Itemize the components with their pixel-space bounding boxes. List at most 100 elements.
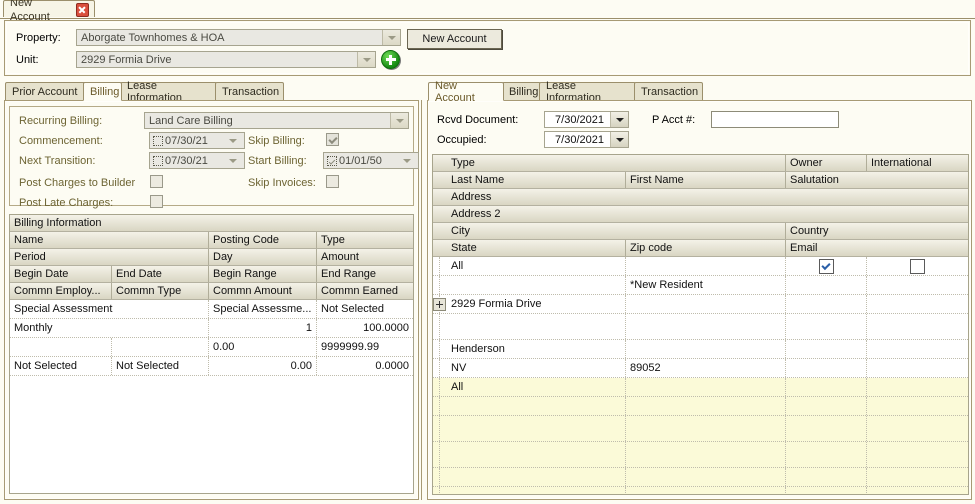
chevron-down-icon[interactable]: [403, 158, 418, 163]
skip-billing-checkbox[interactable]: [326, 133, 339, 146]
table-cell[interactable]: [447, 397, 625, 415]
table-cell[interactable]: [625, 314, 785, 339]
table-cell[interactable]: 0.00: [208, 357, 316, 375]
billing-grid-header-cell[interactable]: Commn Type: [111, 283, 208, 299]
table-cell[interactable]: [625, 397, 785, 415]
table-cell[interactable]: 100.0000: [316, 319, 413, 337]
table-cell[interactable]: [866, 314, 968, 339]
account-grid-header-cell[interactable]: Country: [785, 223, 968, 239]
table-cell[interactable]: [866, 487, 968, 494]
owner-checkbox[interactable]: [818, 259, 834, 274]
account-grid-header-cell[interactable]: City: [447, 223, 785, 239]
table-row[interactable]: [433, 397, 968, 416]
occupied-datepicker[interactable]: 7/30/2021: [544, 131, 629, 148]
table-row[interactable]: 2929 Formia Drive: [433, 295, 968, 314]
table-cell[interactable]: [866, 359, 968, 377]
table-cell[interactable]: [866, 257, 968, 275]
table-cell[interactable]: [785, 416, 866, 441]
next-transition-datepicker[interactable]: 07/30/21: [149, 152, 245, 169]
billing-grid-header-cell[interactable]: End Date: [111, 266, 208, 282]
window-tab-new-account[interactable]: New Account: [3, 0, 95, 23]
expand-row-button[interactable]: [433, 298, 446, 311]
recurring-billing-combobox[interactable]: Land Care Billing: [144, 112, 409, 129]
table-cell[interactable]: *New Resident: [625, 276, 785, 294]
table-row[interactable]: NV 89052: [433, 359, 968, 378]
tab-right-billing[interactable]: Billing: [502, 82, 541, 101]
table-cell[interactable]: [866, 276, 968, 294]
table-cell[interactable]: [866, 397, 968, 415]
account-grid-header-cell[interactable]: Owner: [785, 155, 866, 171]
table-cell[interactable]: [866, 468, 968, 486]
commencement-datepicker[interactable]: 07/30/21: [149, 132, 245, 149]
table-cell[interactable]: [447, 276, 625, 294]
table-cell[interactable]: [785, 276, 866, 294]
billing-grid-body[interactable]: Special Assessment Special Assessme... Not…: [10, 300, 413, 376]
table-row[interactable]: [433, 416, 968, 442]
chevron-down-icon[interactable]: [229, 158, 244, 163]
table-cell[interactable]: [785, 314, 866, 339]
tab-right-lease-information[interactable]: Lease Information: [539, 80, 636, 104]
table-cell[interactable]: [866, 378, 968, 396]
billing-grid-header-cell[interactable]: Amount: [316, 249, 413, 265]
post-late-charges-checkbox[interactable]: [150, 195, 163, 208]
billing-grid-header-cell[interactable]: Begin Date: [10, 266, 111, 282]
account-detail-grid[interactable]: Type Owner International Last Name First Nam…: [432, 154, 969, 495]
table-cell[interactable]: [866, 442, 968, 467]
table-cell[interactable]: [447, 468, 625, 486]
account-grid-header-cell[interactable]: Email: [785, 240, 968, 256]
rcvd-document-datepicker[interactable]: 7/30/2021: [544, 111, 629, 128]
post-charges-to-builder-checkbox[interactable]: [150, 175, 163, 188]
billing-grid-header-cell[interactable]: Commn Earned: [316, 283, 413, 299]
table-cell[interactable]: 9999999.99: [316, 338, 413, 356]
account-grid-header-cell[interactable]: Address 2: [447, 206, 785, 222]
tab-right-transaction[interactable]: Transaction: [634, 82, 703, 101]
new-account-button[interactable]: New Account: [407, 29, 502, 49]
table-cell[interactable]: [625, 416, 785, 441]
billing-grid-header-cell[interactable]: Posting Code: [208, 232, 316, 248]
account-grid-header-cell[interactable]: International: [866, 155, 968, 171]
tab-right-new-account[interactable]: New Account: [428, 80, 504, 104]
table-row[interactable]: Not Selected Not Selected 0.00 0.0000: [10, 357, 413, 376]
table-cell[interactable]: 2929 Formia Drive: [447, 295, 625, 313]
billing-grid-header-cell[interactable]: Period: [10, 249, 208, 265]
p-acct-input[interactable]: [711, 111, 839, 128]
chevron-down-icon[interactable]: [357, 52, 375, 67]
close-icon[interactable]: [75, 2, 89, 17]
table-row[interactable]: All: [433, 257, 968, 276]
table-cell[interactable]: Henderson: [447, 340, 625, 358]
table-cell[interactable]: [866, 295, 968, 313]
table-row[interactable]: Henderson: [433, 340, 968, 359]
table-row[interactable]: Special Assessment Special Assessme... Not…: [10, 300, 413, 319]
chevron-down-icon[interactable]: [610, 112, 628, 127]
tab-billing[interactable]: Billing: [83, 82, 122, 101]
chevron-down-icon[interactable]: [229, 138, 244, 143]
table-row[interactable]: [433, 314, 968, 340]
table-row[interactable]: [433, 442, 968, 468]
table-row[interactable]: All: [433, 378, 968, 397]
table-row[interactable]: *New Resident: [433, 276, 968, 295]
table-row[interactable]: 0.00 9999999.99: [10, 338, 413, 357]
tab-transaction[interactable]: Transaction: [215, 82, 284, 101]
account-grid-header-cell[interactable]: First Name: [625, 172, 785, 188]
table-cell[interactable]: [625, 442, 785, 467]
table-cell[interactable]: Not Selected: [111, 357, 208, 375]
table-cell[interactable]: NV: [447, 359, 625, 377]
table-cell[interactable]: [785, 468, 866, 486]
table-cell[interactable]: [625, 257, 785, 275]
chevron-down-icon[interactable]: [382, 30, 400, 45]
start-billing-checkbox[interactable]: [327, 155, 337, 166]
billing-grid-header-cell[interactable]: Day: [208, 249, 316, 265]
table-cell[interactable]: Not Selected: [316, 300, 413, 318]
plus-circle-icon[interactable]: [381, 50, 401, 70]
table-cell[interactable]: [447, 314, 625, 339]
table-cell[interactable]: [785, 397, 866, 415]
table-cell[interactable]: 0.0000: [316, 357, 413, 375]
property-combobox[interactable]: Aborgate Townhomes & HOA: [76, 29, 401, 46]
billing-information-grid[interactable]: Billing Information Name Posting Code Type…: [9, 214, 414, 494]
table-row[interactable]: [433, 487, 968, 494]
commencement-checkbox[interactable]: [153, 135, 163, 146]
unit-combobox[interactable]: 2929 Formia Drive: [76, 51, 376, 68]
billing-grid-header-cell[interactable]: Name: [10, 232, 208, 248]
next-transition-checkbox[interactable]: [153, 155, 163, 166]
table-cell[interactable]: Monthly: [10, 319, 208, 337]
